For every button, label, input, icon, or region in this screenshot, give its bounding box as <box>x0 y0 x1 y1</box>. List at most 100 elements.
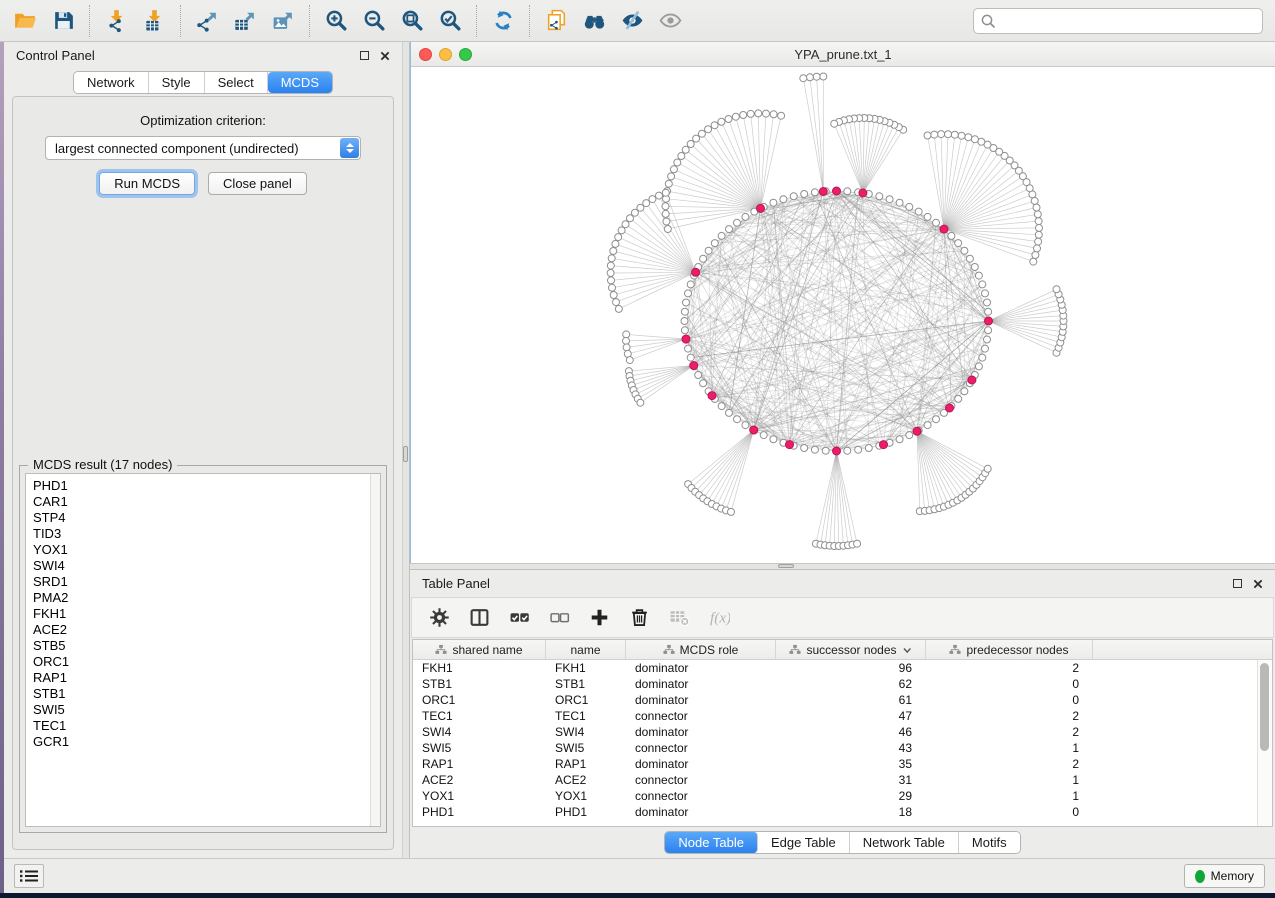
splitter-handle[interactable] <box>778 564 794 568</box>
table-row[interactable]: TEC1TEC1connector472 <box>413 708 1272 724</box>
delete-column-button[interactable] <box>629 607 650 628</box>
list-item[interactable]: GCR1 <box>33 734 380 750</box>
column-header-shared-name[interactable]: shared name <box>413 640 546 659</box>
main-toolbar <box>0 0 1275 42</box>
memory-button[interactable]: Memory <box>1184 864 1265 888</box>
close-panel-icon[interactable] <box>1253 579 1263 589</box>
clear-selection-button[interactable] <box>549 607 570 628</box>
table-toolbar: f(x) <box>411 597 1274 638</box>
minimize-window-icon[interactable] <box>439 48 452 61</box>
tab-edge-table[interactable]: Edge Table <box>758 832 850 853</box>
zoom-out-button[interactable] <box>355 3 393 39</box>
splitter-handle[interactable] <box>403 446 408 462</box>
zoom-in-icon <box>324 8 349 33</box>
list-item[interactable]: YOX1 <box>33 542 380 558</box>
tab-motifs[interactable]: Motifs <box>959 832 1020 853</box>
table-row[interactable]: ACE2ACE2connector311 <box>413 772 1272 788</box>
table-row[interactable]: SWI4SWI4dominator462 <box>413 724 1272 740</box>
list-item[interactable]: ORC1 <box>33 654 380 670</box>
export-image-button[interactable] <box>264 3 302 39</box>
table-scrollbar[interactable] <box>1257 660 1272 826</box>
tab-select[interactable]: Select <box>205 72 268 93</box>
table-row[interactable]: ORC1ORC1dominator610 <box>413 692 1272 708</box>
tab-node-table[interactable]: Node Table <box>665 832 758 853</box>
close-panel-button[interactable]: Close panel <box>208 172 307 195</box>
show-panels-button[interactable] <box>14 864 44 888</box>
add-column-button[interactable] <box>589 607 610 628</box>
table-body: FKH1FKH1dominator962STB1STB1dominator620… <box>413 660 1272 820</box>
float-panel-icon[interactable] <box>1233 579 1242 588</box>
list-item[interactable]: TID3 <box>33 526 380 542</box>
list-item[interactable]: TEC1 <box>33 718 380 734</box>
clone-network-button[interactable] <box>537 3 575 39</box>
open-session-button[interactable] <box>6 3 44 39</box>
table-row[interactable]: YOX1YOX1connector291 <box>413 788 1272 804</box>
zoom-out-icon <box>362 8 387 33</box>
svg-text:f(x): f(x) <box>710 610 730 627</box>
show-columns-button[interactable] <box>469 607 490 628</box>
list-item[interactable]: SWI5 <box>33 702 380 718</box>
search-input[interactable] <box>973 8 1263 34</box>
cell: 46 <box>776 725 926 739</box>
list-item[interactable]: PHD1 <box>33 478 380 494</box>
cell: 29 <box>776 789 926 803</box>
select-all-rows-button[interactable] <box>509 607 530 628</box>
cell: SWI5 <box>413 741 546 755</box>
close-panel-icon[interactable] <box>380 51 390 61</box>
run-mcds-button[interactable]: Run MCDS <box>99 172 195 195</box>
column-label: shared name <box>452 643 522 657</box>
search-container <box>973 8 1263 34</box>
tab-style[interactable]: Style <box>149 72 205 93</box>
list-item[interactable]: SRD1 <box>33 574 380 590</box>
save-session-button[interactable] <box>44 3 82 39</box>
list-item[interactable]: PMA2 <box>33 590 380 606</box>
list-item[interactable]: ACE2 <box>33 622 380 638</box>
list-item[interactable]: RAP1 <box>33 670 380 686</box>
zoom-selected-button[interactable] <box>431 3 469 39</box>
horizontal-splitter[interactable] <box>410 563 1275 570</box>
list-item[interactable]: STB5 <box>33 638 380 654</box>
mcds-result-list[interactable]: PHD1CAR1STP4TID3YOX1SWI4SRD1PMA2FKH1ACE2… <box>25 473 381 827</box>
export-table-button[interactable] <box>226 3 264 39</box>
table-row[interactable]: STB1STB1dominator620 <box>413 676 1272 692</box>
list-item[interactable]: STP4 <box>33 510 380 526</box>
zoom-in-button[interactable] <box>317 3 355 39</box>
list-item[interactable]: FKH1 <box>33 606 380 622</box>
list-item[interactable]: STB1 <box>33 686 380 702</box>
close-window-icon[interactable] <box>419 48 432 61</box>
tab-network-table[interactable]: Network Table <box>850 832 959 853</box>
list-item[interactable]: SWI4 <box>33 558 380 574</box>
show-all-button[interactable] <box>651 3 689 39</box>
list-scrollbar[interactable] <box>370 474 380 826</box>
criterion-select[interactable]: largest connected component (undirected) <box>45 136 361 160</box>
desktop: Control Panel NetworkStyleSelectMCDS Opt… <box>0 0 1275 898</box>
import-table-button[interactable] <box>135 3 173 39</box>
column-header-predecessor-nodes[interactable]: predecessor nodes <box>926 640 1093 659</box>
eye-slash-icon <box>620 8 645 33</box>
tab-network[interactable]: Network <box>74 72 149 93</box>
column-header-MCDS-role[interactable]: MCDS role <box>626 640 776 659</box>
table-row[interactable]: RAP1RAP1dominator352 <box>413 756 1272 772</box>
refresh-layout-button[interactable] <box>484 3 522 39</box>
hide-selected-button[interactable] <box>613 3 651 39</box>
maximize-window-icon[interactable] <box>459 48 472 61</box>
scrollbar-thumb[interactable] <box>1260 663 1269 751</box>
column-header-successor-nodes[interactable]: successor nodes <box>776 640 926 659</box>
cell: YOX1 <box>413 789 546 803</box>
column-header-name[interactable]: name <box>546 640 626 659</box>
import-network-button[interactable] <box>97 3 135 39</box>
table-row[interactable]: PHD1PHD1dominator180 <box>413 804 1272 820</box>
table-row[interactable]: SWI5SWI5connector431 <box>413 740 1272 756</box>
tab-mcds[interactable]: MCDS <box>268 72 332 93</box>
network-graph[interactable] <box>411 68 1275 563</box>
zoom-fit-button[interactable] <box>393 3 431 39</box>
table-settings-button[interactable] <box>429 607 450 628</box>
float-panel-icon[interactable] <box>360 51 369 60</box>
network-canvas[interactable] <box>411 68 1275 563</box>
find-button[interactable] <box>575 3 613 39</box>
table-row[interactable]: FKH1FKH1dominator962 <box>413 660 1272 676</box>
cell: dominator <box>626 725 776 739</box>
vertical-splitter[interactable] <box>402 42 410 858</box>
list-item[interactable]: CAR1 <box>33 494 380 510</box>
export-network-button[interactable] <box>188 3 226 39</box>
